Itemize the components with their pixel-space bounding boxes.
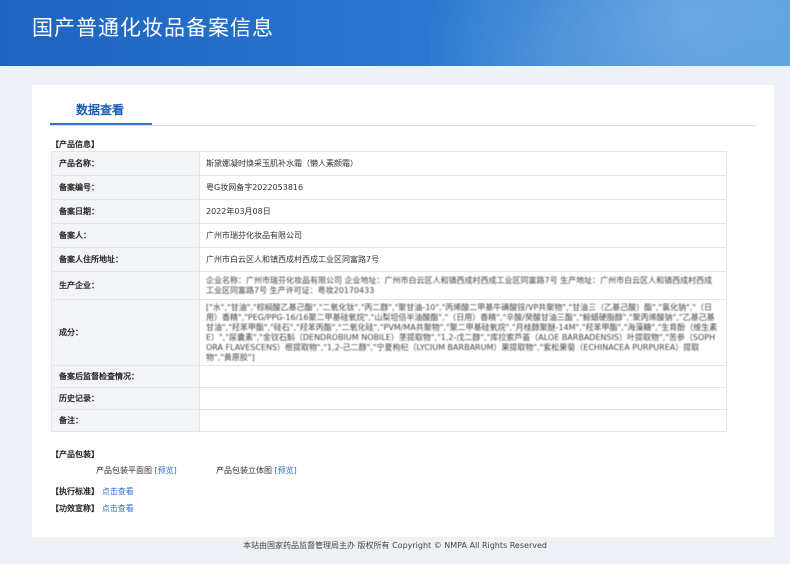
standard-row: 【执行标准】 点击查看 <box>51 486 134 497</box>
page-header: 国产普通化妆品备案信息 <box>0 0 790 66</box>
table-row: 备案人住所地址： 广州市白云区人和镇西成村西成工业区同富路7号 <box>51 247 727 272</box>
table-row: 成分： ["水","甘油","棕榈酸乙基己酯","二氧化钛","丙二醇","聚甘… <box>51 299 727 366</box>
table-row: 备注： <box>51 409 727 432</box>
row-label: 备案日期： <box>51 199 200 224</box>
preview-flat-link[interactable]: [预览] <box>155 466 177 475</box>
row-label: 生产企业： <box>51 271 200 300</box>
tab-data-view[interactable]: 数据查看 <box>76 101 124 118</box>
producer-cell: 企业名称：广州市瑞芬化妆品有限公司 企业地址：广州市白云区人和镇西成村西成工业区… <box>199 271 727 300</box>
table-row: 备案编号： 粤G妆网备字2022053816 <box>51 175 727 200</box>
packaging-flat-label: 产品包装平面图 <box>96 466 152 475</box>
section-title-efficacy: 【功效宣称】 <box>51 504 99 513</box>
filer-address-value: 广州市白云区人和镇西成村西成工业区同富路7号 <box>199 247 727 272</box>
product-info-table: 产品名称： 斯黛娜凝时焕采玉肌补水霜（懒人素颜霜） 备案编号： 粤G妆网备字20… <box>51 151 727 432</box>
header-decoration <box>430 0 790 66</box>
row-label: 成分： <box>51 299 200 366</box>
record-number-value: 粤G妆网备字2022053816 <box>199 175 727 200</box>
record-date-value: 2022年03月08日 <box>199 199 727 224</box>
preview-solid-link[interactable]: [预览] <box>275 466 297 475</box>
ingredients-cell: ["水","甘油","棕榈酸乙基己酯","二氧化钛","丙二醇","聚甘油-10… <box>199 299 727 366</box>
table-row: 备案日期： 2022年03月08日 <box>51 199 727 224</box>
packaging-solid-label: 产品包装立体图 <box>216 466 272 475</box>
section-title-packaging: 【产品包装】 <box>51 450 99 459</box>
table-row: 产品名称： 斯黛娜凝时焕采玉肌补水霜（懒人素颜霜） <box>51 151 727 176</box>
remarks-value <box>199 409 727 432</box>
packaging-flat: 产品包装平面图 [预览] <box>96 465 177 476</box>
history-value <box>199 387 727 410</box>
producer-value: 企业名称：广州市瑞芬化妆品有限公司 企业地址：广州市白云区人和镇西成村西成工业区… <box>206 275 713 295</box>
inspection-value <box>199 365 727 388</box>
tab-divider <box>50 125 756 126</box>
table-row: 备案后监督检查情况： <box>51 365 727 388</box>
table-row: 历史记录： <box>51 387 727 410</box>
row-label: 备案编号： <box>51 175 200 200</box>
table-row: 备案人： 广州市瑞芬化妆品有限公司 <box>51 223 727 248</box>
table-row: 生产企业： 企业名称：广州市瑞芬化妆品有限公司 企业地址：广州市白云区人和镇西成… <box>51 271 727 300</box>
page-footer: 本站由国家药品监督管理局主办 版权所有 Copyright © NMPA All… <box>243 541 547 550</box>
page-title: 国产普通化妆品备案信息 <box>32 16 274 40</box>
content-card: 数据查看 【产品信息】 产品名称： 斯黛娜凝时焕采玉肌补水霜（懒人素颜霜） 备案… <box>32 85 774 537</box>
efficacy-view-link[interactable]: 点击查看 <box>102 504 134 513</box>
row-label: 历史记录： <box>51 387 200 410</box>
row-label: 备案后监督检查情况： <box>51 365 200 388</box>
standard-view-link[interactable]: 点击查看 <box>102 487 134 496</box>
row-label: 备案人住所地址： <box>51 247 200 272</box>
row-label: 备注： <box>51 409 200 432</box>
row-label: 产品名称： <box>51 151 200 176</box>
row-label: 备案人： <box>51 223 200 248</box>
section-title-standard: 【执行标准】 <box>51 487 99 496</box>
ingredients-value: ["水","甘油","棕榈酸乙基己酯","二氧化钛","丙二醇","聚甘油-10… <box>206 302 718 362</box>
efficacy-row: 【功效宣称】 点击查看 <box>51 503 134 514</box>
section-title-product-info: 【产品信息】 <box>51 140 99 149</box>
packaging-solid: 产品包装立体图 [预览] <box>216 465 297 476</box>
product-name-value: 斯黛娜凝时焕采玉肌补水霜（懒人素颜霜） <box>199 151 727 176</box>
filer-value: 广州市瑞芬化妆品有限公司 <box>199 223 727 248</box>
